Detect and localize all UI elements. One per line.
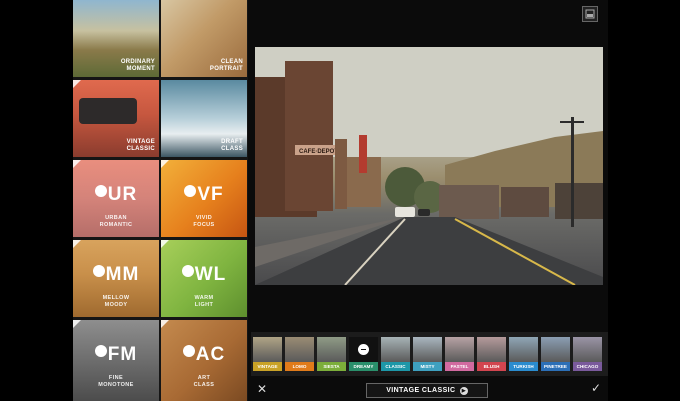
selected-filter-icon — [358, 344, 369, 355]
filter-thumb[interactable]: CHICAGO — [573, 337, 602, 371]
filter-preview — [445, 337, 474, 362]
preset-label: ORDINARY MOMENT — [120, 59, 155, 72]
filter-thumb[interactable]: CLASSIC — [381, 337, 410, 371]
preset-abbr: MM — [73, 264, 159, 286]
preset-abbr: UR — [73, 184, 159, 206]
filter-preview — [285, 337, 314, 362]
cafe-sign: CAFE·DEPOT — [299, 149, 338, 155]
preset-mellow-moody[interactable]: MM MELLOW MOODY — [73, 240, 159, 317]
preset-art-class[interactable]: AC ART CLASS — [161, 320, 247, 401]
confirm-button[interactable]: ✓ — [591, 381, 601, 395]
bottom-bar: ✕ VINTAGE CLASSIC ▶ ✓ — [251, 378, 608, 401]
filter-label: LOMO — [285, 362, 314, 371]
preset-title-label: VINTAGE CLASSIC — [386, 387, 456, 394]
preset-ordinary-moment[interactable]: ORDINARY MOMENT — [73, 0, 159, 77]
selected-corner-icon — [73, 80, 81, 88]
filter-thumb[interactable]: MISTY — [413, 337, 442, 371]
filter-thumb[interactable]: BLUSH — [477, 337, 506, 371]
filter-label: CHICAGO — [573, 362, 602, 371]
filter-thumb[interactable]: LOMO — [285, 337, 314, 371]
preset-sub: FINE MONOTONE — [98, 375, 134, 388]
filter-preview — [381, 337, 410, 362]
corner-icon — [73, 320, 81, 328]
preset-sub: MELLOW MOODY — [102, 295, 130, 308]
filter-label: PASTEL — [445, 362, 474, 371]
filter-thumb[interactable]: PINETREE — [541, 337, 570, 371]
filter-label: CLASSIC — [381, 362, 410, 371]
corner-icon — [73, 160, 81, 168]
corner-icon — [73, 240, 81, 248]
filter-preview — [253, 337, 282, 362]
play-arrow-icon: ▶ — [459, 387, 468, 395]
filter-preview — [573, 337, 602, 362]
preset-grid: ORDINARY MOMENT CLEAN PORTRAIT VINTAGE C… — [73, 0, 248, 401]
photo-preview: CAFE·DEPOT — [255, 47, 603, 285]
filter-label: SIESTA — [317, 362, 346, 371]
preset-abbr: FM — [73, 344, 159, 366]
filter-label: PINETREE — [541, 362, 570, 371]
filter-thumb[interactable]: SIESTA — [317, 337, 346, 371]
filter-preview — [317, 337, 346, 362]
preset-urban-romantic[interactable]: UR URBAN ROMANTIC — [73, 160, 159, 237]
filter-strip: VINTAGE LOMO SIESTA DREAMY CLASSIC MISTY PASTE… — [251, 332, 608, 376]
corner-icon — [161, 160, 169, 168]
preset-abbr: WL — [161, 264, 247, 286]
filter-label: TURKISH — [509, 362, 538, 371]
filter-thumb[interactable]: VINTAGE — [253, 337, 282, 371]
preset-label: VINTAGE CLASSIC — [126, 139, 155, 152]
preset-sub: ART CLASS — [193, 375, 215, 388]
photo-editor-app: ORDINARY MOMENT CLEAN PORTRAIT VINTAGE C… — [73, 0, 608, 401]
filter-preview — [477, 337, 506, 362]
filter-thumb[interactable]: DREAMY — [349, 337, 378, 371]
filter-label: MISTY — [413, 362, 442, 371]
gallery-icon[interactable] — [582, 6, 598, 22]
filter-label: BLUSH — [477, 362, 506, 371]
preset-label: CLEAN PORTRAIT — [209, 59, 243, 72]
filter-thumb[interactable]: PASTEL — [445, 337, 474, 371]
preset-label: DRAFT CLASS — [221, 139, 243, 152]
filter-preview — [541, 337, 570, 362]
close-button[interactable]: ✕ — [257, 382, 267, 396]
filter-label: VINTAGE — [253, 362, 282, 371]
filter-preview — [509, 337, 538, 362]
preset-title-button[interactable]: VINTAGE CLASSIC ▶ — [366, 383, 488, 398]
filter-preview — [413, 337, 442, 362]
filter-label: DREAMY — [349, 362, 378, 371]
preset-abbr: VF — [161, 184, 247, 206]
corner-icon — [161, 240, 169, 248]
preset-draft-class[interactable]: DRAFT CLASS — [161, 80, 247, 157]
preset-warm-light[interactable]: WL WARM LIGHT — [161, 240, 247, 317]
preset-sub: WARM LIGHT — [194, 295, 214, 308]
preset-sub: URBAN ROMANTIC — [99, 215, 133, 228]
corner-icon — [161, 320, 169, 328]
preset-fine-monotone[interactable]: FM FINE MONOTONE — [73, 320, 159, 401]
preset-clean-portrait[interactable]: CLEAN PORTRAIT — [161, 0, 247, 77]
filter-thumb[interactable]: TURKISH — [509, 337, 538, 371]
preset-sub: VIVID FOCUS — [193, 215, 215, 228]
preset-vintage-classic[interactable]: VINTAGE CLASSIC — [73, 80, 159, 157]
preset-vivid-focus[interactable]: VF VIVID FOCUS — [161, 160, 247, 237]
preset-abbr: AC — [161, 344, 247, 366]
